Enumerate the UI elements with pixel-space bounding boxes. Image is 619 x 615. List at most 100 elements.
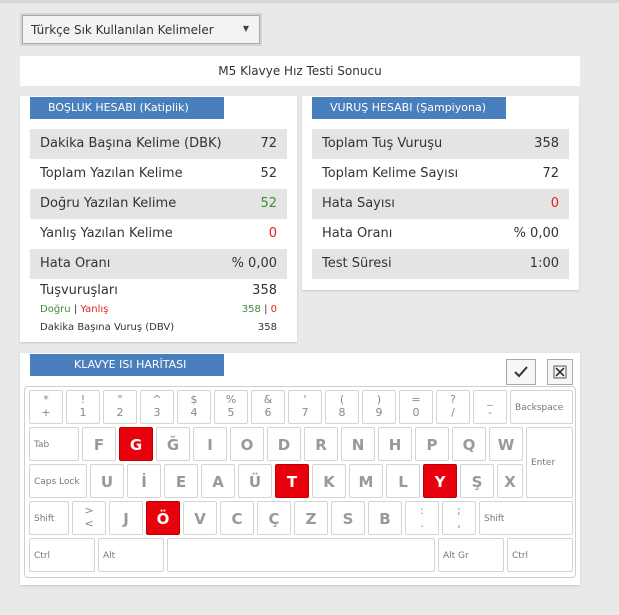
keyboard: * + ! 1 " 2 ^ 3 $4 % 5 & 6 ' 7 (8 ) 9 = 0 ? / _ - B… xyxy=(24,386,576,578)
key[interactable]: % 5 xyxy=(214,390,248,424)
key-shift-right[interactable]: Shift xyxy=(479,501,573,535)
key[interactable]: Ş xyxy=(460,464,494,498)
key[interactable]: _ - xyxy=(473,390,507,424)
key[interactable]: ) 9 xyxy=(362,390,396,424)
key[interactable]: F xyxy=(82,427,116,461)
dbv-value: 358 xyxy=(257,322,277,333)
key[interactable]: H xyxy=(378,427,412,461)
stat-row-correct-words: Doğru Yazılan Kelime 52 xyxy=(30,189,287,219)
key[interactable]: & 6 xyxy=(251,390,285,424)
wrong-value: 0 xyxy=(270,304,277,315)
key[interactable]: Ğ xyxy=(156,427,190,461)
key-ctrl-right[interactable]: Ctrl xyxy=(507,538,573,572)
stat-value: 0 xyxy=(268,226,277,241)
key[interactable]: D xyxy=(267,427,301,461)
stat-row-error-rate: Hata Oranı % 0,00 xyxy=(30,249,287,279)
stat-row-test-duration: Test Süresi 1:00 xyxy=(312,249,569,279)
dbv-row: Dakika Başına Vuruş (DBV) 358 xyxy=(40,322,277,333)
key[interactable]: (8 xyxy=(325,390,359,424)
key-hot[interactable]: Ö xyxy=(146,501,180,535)
vurus-panel: VURUŞ HESABI (Şampiyona) Toplam Tuş Vuru… xyxy=(302,96,579,290)
key[interactable]: $4 xyxy=(177,390,211,424)
correct-value: 358 xyxy=(241,304,261,315)
key[interactable]: ! 1 xyxy=(66,390,100,424)
dbv-label: Dakika Başına Vuruş (DBV) xyxy=(40,322,175,333)
caret-down-icon[interactable]: ▼ xyxy=(243,24,249,33)
keyboard-heatmap-panel: KLAVYE ISI HARİTASI * + ! 1 " 2 ^ 3 $4 % 5 & 6… xyxy=(20,353,580,585)
key[interactable]: İ xyxy=(127,464,161,498)
key[interactable]: X xyxy=(497,464,523,498)
stat-label: Dakika Başına Kelime (DBK) xyxy=(40,136,222,151)
word-list-dropdown[interactable]: Türkçe Sık Kullanılan Kelimeler ▼ xyxy=(22,15,260,44)
key[interactable]: > < xyxy=(72,501,106,535)
stat-label: Toplam Tuş Vuruşu xyxy=(322,136,443,151)
stat-value: 72 xyxy=(260,136,277,151)
stat-row-error-rate: Hata Oranı % 0,00 xyxy=(312,219,569,249)
key[interactable]: Ü xyxy=(238,464,272,498)
key[interactable]: B xyxy=(368,501,402,535)
key[interactable]: E xyxy=(164,464,198,498)
key-altgr[interactable]: Alt Gr xyxy=(438,538,504,572)
key[interactable]: U xyxy=(90,464,124,498)
key[interactable]: ' 7 xyxy=(288,390,322,424)
stat-value: 52 xyxy=(260,196,277,211)
key-hot[interactable]: T xyxy=(275,464,309,498)
stat-label: Tuşvuruşları xyxy=(40,283,118,298)
stat-row-total-words: Toplam Yazılan Kelime 52 xyxy=(30,159,287,189)
separator: | xyxy=(264,304,268,315)
stat-value: 358 xyxy=(534,136,559,151)
key[interactable]: N xyxy=(341,427,375,461)
key[interactable]: :. xyxy=(405,501,439,535)
stat-value: % 0,00 xyxy=(231,256,277,271)
key-alt[interactable]: Alt xyxy=(98,538,164,572)
key-capslock[interactable]: Caps Lock xyxy=(29,464,87,498)
stat-label: Test Süresi xyxy=(322,256,392,271)
vurus-title: VURUŞ HESABI (Şampiyona) xyxy=(312,97,506,119)
heatmap-title: KLAVYE ISI HARİTASI xyxy=(30,354,224,376)
key[interactable]: Q xyxy=(452,427,486,461)
key[interactable]: Ç xyxy=(257,501,291,535)
stat-row-wrong-words: Yanlış Yazılan Kelime 0 xyxy=(30,219,287,249)
key[interactable]: K xyxy=(312,464,346,498)
key-enter[interactable]: Enter xyxy=(526,427,573,498)
key[interactable]: " 2 xyxy=(103,390,137,424)
key[interactable]: C xyxy=(220,501,254,535)
key[interactable]: ;, xyxy=(442,501,476,535)
key[interactable]: Z xyxy=(294,501,328,535)
key[interactable]: I xyxy=(193,427,227,461)
key[interactable]: O xyxy=(230,427,264,461)
key[interactable]: P xyxy=(415,427,449,461)
stat-label: Yanlış Yazılan Kelime xyxy=(40,226,173,241)
stat-value: 0 xyxy=(550,196,559,211)
key[interactable]: V xyxy=(183,501,217,535)
key-tab[interactable]: Tab xyxy=(29,427,79,461)
wrong-label: Yanlış xyxy=(80,304,109,315)
key-space[interactable] xyxy=(167,538,435,572)
key[interactable]: M xyxy=(349,464,383,498)
key[interactable]: A xyxy=(201,464,235,498)
key-hot[interactable]: G xyxy=(119,427,153,461)
stat-value: % 0,00 xyxy=(513,226,559,241)
key-ctrl-left[interactable]: Ctrl xyxy=(29,538,95,572)
dropdown-selected-text: Türkçe Sık Kullanılan Kelimeler xyxy=(31,23,214,37)
close-icon[interactable] xyxy=(547,359,573,385)
key[interactable]: = 0 xyxy=(399,390,433,424)
stat-row-word-count: Toplam Kelime Sayısı 72 xyxy=(312,159,569,189)
key[interactable]: ? / xyxy=(436,390,470,424)
stat-label: Doğru Yazılan Kelime xyxy=(40,196,177,211)
separator: | xyxy=(73,304,78,315)
key-backspace[interactable]: Backspace xyxy=(510,390,573,424)
key-shift-left[interactable]: Shift xyxy=(29,501,69,535)
checkmark-icon[interactable] xyxy=(506,359,536,385)
key[interactable]: ^ 3 xyxy=(140,390,174,424)
stat-label: Hata Oranı xyxy=(322,226,393,241)
key[interactable]: * + xyxy=(29,390,63,424)
key-hot[interactable]: Y xyxy=(423,464,457,498)
key[interactable]: R xyxy=(304,427,338,461)
key[interactable]: L xyxy=(386,464,420,498)
keystroke-breakdown: Doğru | Yanlış 358 | 0 xyxy=(40,304,277,315)
key[interactable]: J xyxy=(109,501,143,535)
key[interactable]: W xyxy=(489,427,523,461)
key[interactable]: S xyxy=(331,501,365,535)
correct-label: Doğru xyxy=(40,304,71,315)
